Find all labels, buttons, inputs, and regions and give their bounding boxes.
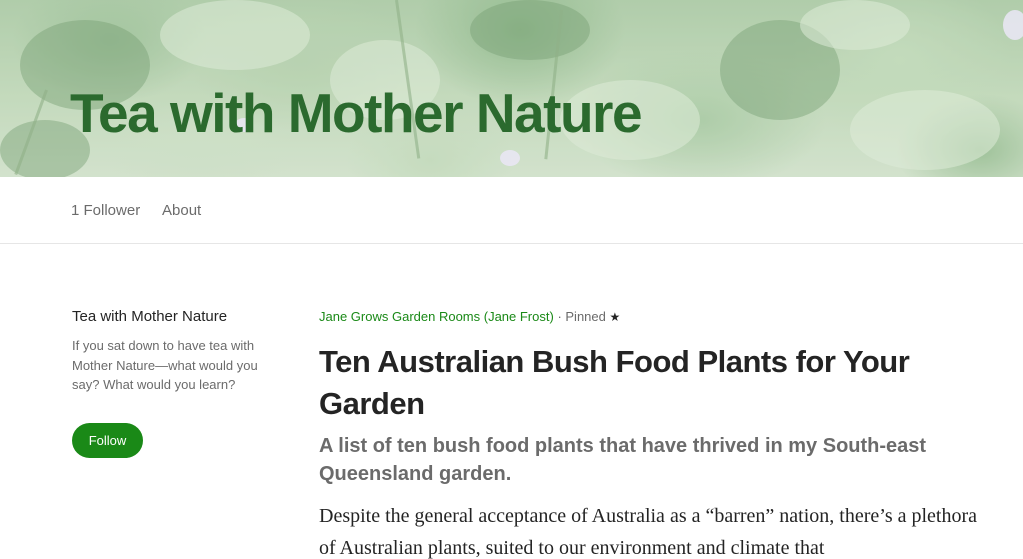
about-link[interactable]: About <box>162 202 201 219</box>
sidebar-publication-title[interactable]: Tea with Mother Nature <box>72 308 227 325</box>
article-title[interactable]: Ten Australian Bush Food Plants for Your… <box>319 341 979 425</box>
followers-link[interactable]: 1 Follower <box>71 202 140 219</box>
article-body-preview: Despite the general acceptance of Austra… <box>319 505 978 559</box>
follow-button[interactable]: Follow <box>72 423 143 458</box>
sidebar-description: If you sat down to have tea with Mother … <box>72 338 258 392</box>
publication-title[interactable]: Tea with Mother Nature <box>70 86 643 141</box>
article-meta: Jane Grows Garden Rooms (Jane Frost) · P… <box>319 309 620 324</box>
article-subtitle[interactable]: A list of ten bush food plants that have… <box>319 432 959 488</box>
publication-header-banner: Tea with Mother Nature <box>0 0 1023 177</box>
star-icon: ★ <box>609 310 621 324</box>
author-link[interactable]: Jane Grows Garden Rooms (Jane Frost) <box>319 309 554 324</box>
publication-subnav: 1 Follower About <box>0 177 1023 244</box>
pinned-label: Pinned <box>565 309 606 324</box>
